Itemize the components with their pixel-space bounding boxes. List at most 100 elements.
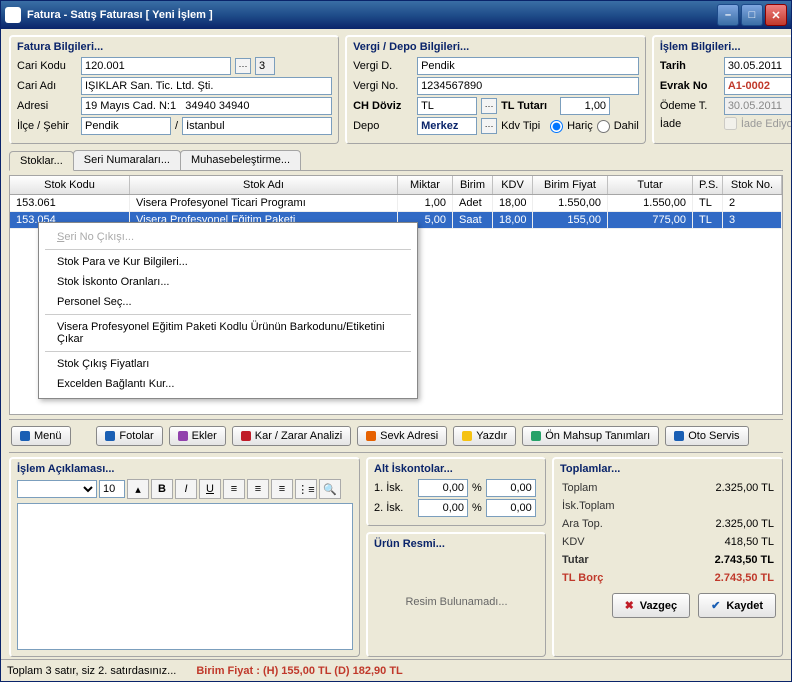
cm-iskonto[interactable]: Stok İskonto Oranları... bbox=[39, 272, 417, 292]
col-ps[interactable]: P.S. bbox=[693, 176, 723, 194]
isk2-val-input[interactable] bbox=[486, 499, 536, 517]
cari-kodu-input[interactable] bbox=[81, 57, 231, 75]
totals-panel: Toplamlar... Toplam2.325,00 TL İsk.Topla… bbox=[552, 457, 783, 657]
evrak-label: Evrak No bbox=[660, 80, 720, 92]
col-miktar[interactable]: Miktar bbox=[398, 176, 453, 194]
tarih-input[interactable] bbox=[724, 57, 791, 75]
cancel-button[interactable]: ✖Vazgeç bbox=[612, 593, 691, 618]
grid-row[interactable]: 153.061 Visera Profesyonel Ticari Progra… bbox=[10, 195, 782, 212]
sehir-input[interactable] bbox=[182, 117, 332, 135]
karzarar-button[interactable]: Kar / Zarar Analizi bbox=[232, 426, 351, 446]
image-panel: Ürün Resmi... Resim Bulunamadı... bbox=[366, 532, 546, 657]
mahsup-button[interactable]: Ön Mahsup Tanımları bbox=[522, 426, 659, 446]
check-icon: ✔ bbox=[711, 599, 720, 612]
vergid-label: Vergi D. bbox=[353, 60, 413, 72]
col-tutar[interactable]: Tutar bbox=[608, 176, 693, 194]
invoice-info-title: Fatura Bilgileri... bbox=[17, 41, 332, 53]
bullets-button[interactable]: ⋮≡ bbox=[295, 479, 317, 499]
italic-button[interactable]: I bbox=[175, 479, 197, 499]
app-window: Fatura - Satış Faturası [ Yeni İşlem ] –… bbox=[0, 0, 792, 682]
tab-muhasebe[interactable]: Muhasebeleştirme... bbox=[180, 150, 301, 170]
isk1-pct-input[interactable] bbox=[418, 479, 468, 497]
minimize-button[interactable]: – bbox=[717, 4, 739, 26]
col-stokadi[interactable]: Stok Adı bbox=[130, 176, 398, 194]
align-center-button[interactable]: ≡ bbox=[247, 479, 269, 499]
isk2-label: 2. İsk. bbox=[374, 502, 414, 514]
ilce-label: İlçe / Şehir bbox=[17, 120, 77, 132]
font-select[interactable] bbox=[17, 480, 97, 498]
cm-cikis-fiyat[interactable]: Stok Çıkış Fiyatları bbox=[39, 354, 417, 374]
align-right-button[interactable]: ≡ bbox=[271, 479, 293, 499]
close-button[interactable]: ✕ bbox=[765, 4, 787, 26]
kdv-haric-radio[interactable] bbox=[550, 120, 563, 133]
depo-lookup-button[interactable]: ··· bbox=[481, 118, 497, 134]
grand-value: 2.743,50 TL bbox=[715, 554, 774, 566]
square-icon bbox=[462, 431, 472, 441]
sevk-button[interactable]: Sevk Adresi bbox=[357, 426, 447, 446]
x-icon: ✖ bbox=[625, 599, 634, 612]
fontsize-up-button[interactable]: ▴ bbox=[127, 479, 149, 499]
cm-stok-para[interactable]: Stok Para ve Kur Bilgileri... bbox=[39, 252, 417, 272]
adresi-label: Adresi bbox=[17, 100, 77, 112]
cm-seri-cikisi: Seri No Çıkışı... bbox=[39, 227, 417, 247]
isk2-pct-input[interactable] bbox=[418, 499, 468, 517]
tltutari-input[interactable] bbox=[560, 97, 610, 115]
oto-button[interactable]: Oto Servis bbox=[665, 426, 748, 446]
yazdir-button[interactable]: Yazdır bbox=[453, 426, 516, 446]
subtotal-label: Ara Top. bbox=[562, 518, 603, 530]
square-icon bbox=[20, 431, 30, 441]
description-textarea[interactable] bbox=[17, 503, 353, 650]
underline-button[interactable]: U bbox=[199, 479, 221, 499]
save-button[interactable]: ✔Kaydet bbox=[698, 593, 776, 618]
square-icon bbox=[178, 431, 188, 441]
debt-value: 2.743,50 TL bbox=[715, 572, 774, 584]
col-kdv[interactable]: KDV bbox=[493, 176, 533, 194]
evrak-input[interactable] bbox=[724, 77, 791, 95]
menu-button[interactable]: Menü bbox=[11, 426, 71, 446]
transaction-info-panel: İşlem Bilgileri... Tarih ▾ Evrak No Ödem… bbox=[652, 35, 791, 144]
fontsize-input[interactable] bbox=[99, 480, 125, 498]
isk1-val-input[interactable] bbox=[486, 479, 536, 497]
ekler-button[interactable]: Ekler bbox=[169, 426, 226, 446]
col-stokno[interactable]: Stok No. bbox=[723, 176, 782, 194]
tab-stoklar[interactable]: Stoklar... bbox=[9, 151, 74, 171]
iade-label: İade bbox=[660, 118, 720, 130]
chdoviz-lookup-button[interactable]: ··· bbox=[481, 98, 497, 114]
odeme-label: Ödeme T. bbox=[660, 100, 720, 112]
cm-barkod[interactable]: Visera Profesyonel Eğitim Paketi Kodlu Ü… bbox=[39, 317, 417, 349]
total-value: 2.325,00 TL bbox=[715, 482, 774, 494]
vergino-input[interactable] bbox=[417, 77, 639, 95]
depo-input[interactable] bbox=[417, 117, 477, 135]
cari-kodu-lookup-button[interactable]: ··· bbox=[235, 58, 251, 74]
col-birimfiyat[interactable]: Birim Fiyat bbox=[533, 176, 608, 194]
kdv-label: KDV bbox=[562, 536, 585, 548]
context-menu: Seri No Çıkışı... Stok Para ve Kur Bilgi… bbox=[38, 222, 418, 399]
chdoviz-label: CH Döviz bbox=[353, 100, 413, 112]
ilce-input[interactable] bbox=[81, 117, 171, 135]
transaction-info-title: İşlem Bilgileri... bbox=[660, 41, 791, 53]
chdoviz-input[interactable] bbox=[417, 97, 477, 115]
status-right: Birim Fiyat : (H) 155,00 TL (D) 182,90 T… bbox=[196, 665, 402, 677]
grid-tabs: Stoklar... Seri Numaraları... Muhasebele… bbox=[9, 150, 783, 171]
adresi-input[interactable] bbox=[81, 97, 332, 115]
app-icon bbox=[5, 7, 21, 23]
maximize-button[interactable]: □ bbox=[741, 4, 763, 26]
col-birim[interactable]: Birim bbox=[453, 176, 493, 194]
vergid-input[interactable] bbox=[417, 57, 639, 75]
kdv-value: 418,50 TL bbox=[725, 536, 774, 548]
discount-title: Alt İskontolar... bbox=[374, 463, 539, 475]
cari-adi-input[interactable] bbox=[81, 77, 332, 95]
bold-button[interactable]: B bbox=[151, 479, 173, 499]
tab-seri[interactable]: Seri Numaraları... bbox=[73, 150, 181, 170]
action-toolbar: Menü Fotolar Ekler Kar / Zarar Analizi S… bbox=[9, 419, 783, 453]
totals-title: Toplamlar... bbox=[560, 463, 776, 475]
cm-personel[interactable]: Personel Seç... bbox=[39, 292, 417, 312]
col-stokkodu[interactable]: Stok Kodu bbox=[10, 176, 130, 194]
fotolar-button[interactable]: Fotolar bbox=[96, 426, 162, 446]
stock-grid: Stok Kodu Stok Adı Miktar Birim KDV Biri… bbox=[9, 175, 783, 415]
square-icon bbox=[674, 431, 684, 441]
kdv-dahil-radio[interactable] bbox=[597, 120, 610, 133]
align-left-button[interactable]: ≡ bbox=[223, 479, 245, 499]
search-icon-button[interactable]: 🔍 bbox=[319, 479, 341, 499]
cm-excel[interactable]: Excelden Bağlantı Kur... bbox=[39, 374, 417, 394]
